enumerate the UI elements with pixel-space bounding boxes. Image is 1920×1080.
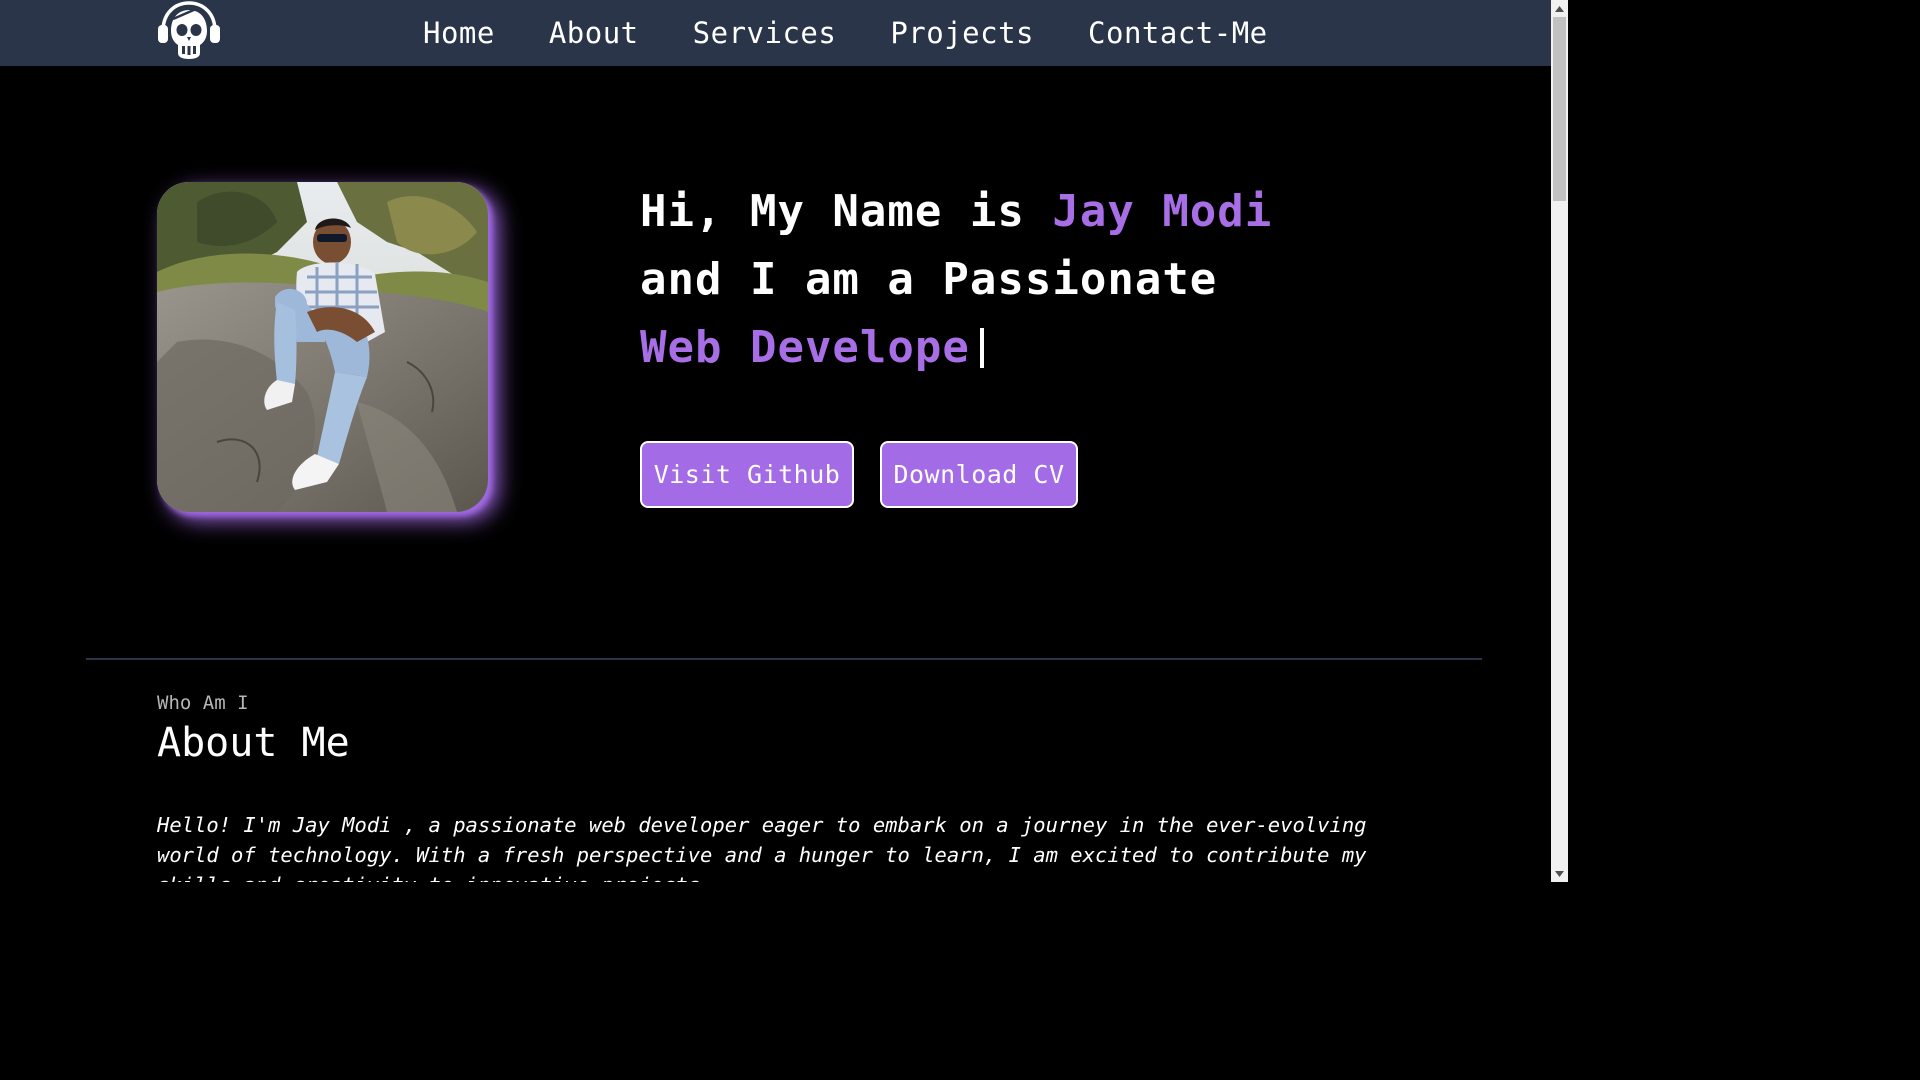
nav-link-projects[interactable]: Projects <box>890 16 1034 50</box>
hero-name: Jay Modi <box>1052 186 1273 237</box>
nav-link-about[interactable]: About <box>549 16 639 50</box>
page-scrollbar[interactable] <box>1551 0 1568 882</box>
visit-github-button[interactable]: Visit Github <box>640 441 854 508</box>
skull-headphones-logo-icon[interactable] <box>156 1 222 61</box>
about-kicker: Who Am I <box>157 692 249 714</box>
hero-line-1: Hi, My Name is Jay Modi <box>640 178 1400 246</box>
hero-line-2: and I am a Passionate <box>640 254 1218 305</box>
scrollbar-thumb[interactable] <box>1553 17 1566 201</box>
section-divider <box>86 658 1482 660</box>
download-cv-button[interactable]: Download CV <box>880 441 1078 508</box>
about-title: About Me <box>157 720 350 766</box>
hero-line-3: Web Develope <box>640 314 1400 382</box>
profile-photo <box>157 182 488 512</box>
portfolio-page: Home About Services Projects Contact-Me <box>0 0 1568 882</box>
top-navbar: Home About Services Projects Contact-Me <box>0 0 1551 66</box>
hero-heading: Hi, My Name is Jay Modi and I am a Passi… <box>640 178 1400 382</box>
nav-links: Home About Services Projects Contact-Me <box>396 0 1295 66</box>
hero-greeting: Hi, My Name is <box>640 186 1053 237</box>
scroll-up-arrow-icon[interactable] <box>1551 0 1568 17</box>
scroll-down-arrow-icon[interactable] <box>1551 865 1568 882</box>
nav-link-home[interactable]: Home <box>423 16 495 50</box>
about-body-text: Hello! I'm Jay Modi , a passionate web d… <box>157 813 1367 882</box>
hero-typed-role: Web Develope <box>640 322 970 373</box>
typing-cursor <box>979 328 984 368</box>
nav-link-services[interactable]: Services <box>693 16 837 50</box>
nav-link-contact-me[interactable]: Contact-Me <box>1088 16 1268 50</box>
